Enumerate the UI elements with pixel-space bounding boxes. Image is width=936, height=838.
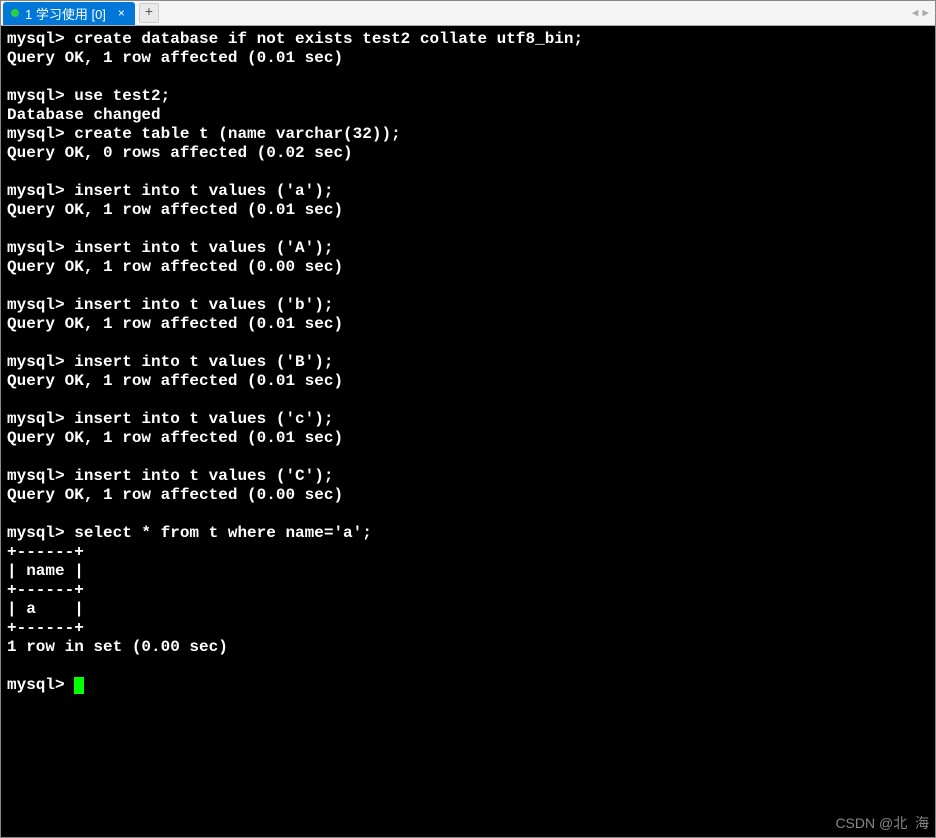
- tab-bar: 1 学习使用 [0] × + ◀ ▶: [1, 1, 935, 26]
- watermark: CSDN @北 海: [835, 814, 929, 833]
- new-tab-button[interactable]: +: [139, 3, 159, 23]
- chevron-right-icon[interactable]: ▶: [922, 6, 929, 20]
- terminal-output[interactable]: mysql> create database if not exists tes…: [1, 26, 935, 837]
- tab-active[interactable]: 1 学习使用 [0] ×: [3, 2, 135, 25]
- close-icon[interactable]: ×: [116, 6, 127, 20]
- plus-icon: +: [145, 5, 153, 21]
- terminal-cursor: [74, 677, 84, 694]
- chevron-left-icon[interactable]: ◀: [912, 6, 919, 20]
- tab-nav-arrows: ◀ ▶: [912, 6, 929, 20]
- terminal-lines: mysql> create database if not exists tes…: [7, 30, 583, 694]
- tab-title: 1 学习使用 [0]: [25, 4, 106, 23]
- status-dot-icon: [11, 9, 19, 17]
